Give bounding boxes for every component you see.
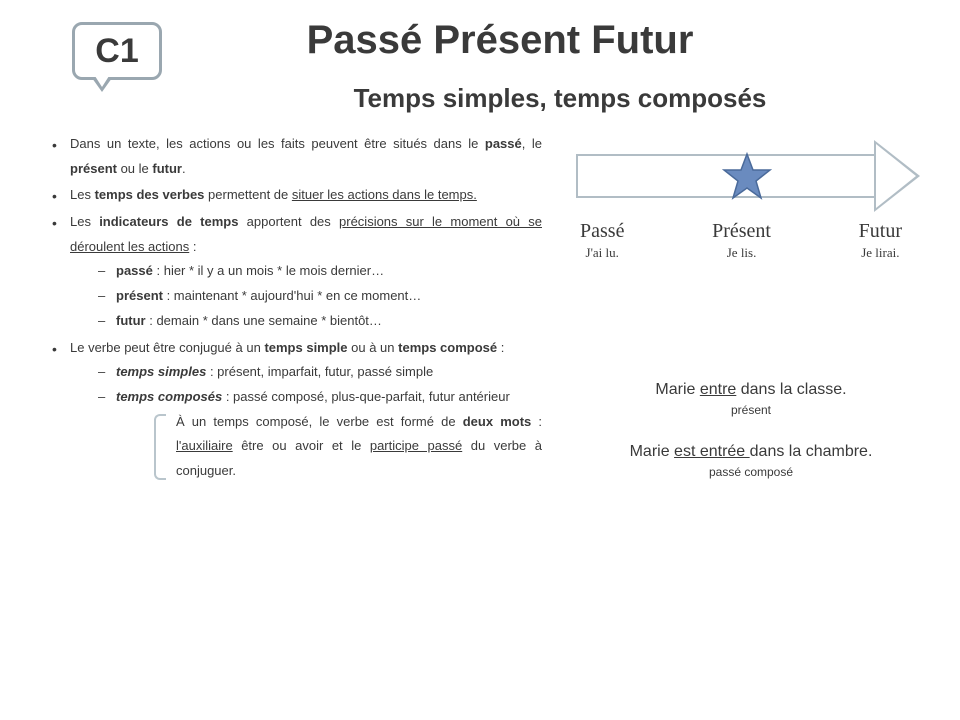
example-tag-2: passé composé bbox=[572, 465, 930, 479]
text-bold: passé bbox=[485, 136, 522, 151]
text: Le verbe peut être conjugué à un bbox=[70, 340, 264, 355]
text: permettent de bbox=[204, 187, 291, 202]
text-underline: l'auxiliaire bbox=[176, 438, 233, 453]
text-underline: participe passé bbox=[370, 438, 462, 453]
text: : bbox=[497, 340, 504, 355]
label-sample: Je lirai. bbox=[859, 245, 902, 261]
text-bold: présent bbox=[116, 288, 163, 303]
text-bold: temps composé bbox=[398, 340, 497, 355]
header: C1 Passé Présent Futur Temps simples, te… bbox=[0, 0, 960, 114]
text: : passé composé, plus-que-parfait, futur… bbox=[222, 389, 510, 404]
text-bold: passé bbox=[116, 263, 153, 278]
text-bold: futur bbox=[116, 313, 146, 328]
star-icon bbox=[722, 152, 772, 202]
arrow-head-icon bbox=[874, 140, 920, 212]
text: , le bbox=[522, 136, 542, 151]
text: dans la classe. bbox=[736, 381, 846, 398]
text-bold: futur bbox=[152, 161, 182, 176]
text-underline: entre bbox=[700, 381, 736, 398]
label-sample: J'ai lu. bbox=[580, 245, 624, 261]
text: : demain * dans une semaine * bientôt… bbox=[146, 313, 382, 328]
label-heading: Passé bbox=[580, 220, 624, 243]
sub-temps-simples: temps simples : présent, imparfait, futu… bbox=[98, 360, 542, 385]
text: Marie bbox=[630, 443, 674, 460]
text: Les bbox=[70, 187, 95, 202]
example-sentences: Marie entre dans la classe. présent Mari… bbox=[572, 381, 930, 479]
text: . bbox=[182, 161, 186, 176]
text: ou le bbox=[117, 161, 152, 176]
bullet-4: Le verbe peut être conjugué à un temps s… bbox=[52, 336, 542, 484]
timeline-labels: Passé J'ai lu. Présent Je lis. Futur Je … bbox=[572, 212, 930, 261]
example-tag-1: présent bbox=[572, 403, 930, 417]
text-underline: est entrée bbox=[674, 443, 750, 460]
example-line-2: Marie est entrée dans la chambre. bbox=[572, 443, 930, 461]
sub-futur: futur : demain * dans une semaine * bien… bbox=[98, 309, 542, 334]
text: dans la chambre. bbox=[750, 443, 873, 460]
bullet-2: Les temps des verbes permettent de situe… bbox=[52, 183, 542, 208]
level-badge: C1 bbox=[72, 22, 162, 80]
bracket-icon bbox=[154, 414, 166, 480]
text: : hier * il y a un mois * le mois dernie… bbox=[153, 263, 384, 278]
note-block: À un temps composé, le verbe est formé d… bbox=[162, 410, 542, 484]
text-bold-italic: temps composés bbox=[116, 389, 222, 404]
label-sample: Je lis. bbox=[712, 245, 771, 261]
text: ou à un bbox=[348, 340, 399, 355]
text: Les bbox=[70, 214, 99, 229]
content-right: Passé J'ai lu. Présent Je lis. Futur Je … bbox=[572, 132, 930, 505]
text-bold: indicateurs de temps bbox=[99, 214, 238, 229]
timeline-present: Présent Je lis. bbox=[712, 220, 771, 261]
text-bold: deux mots bbox=[463, 414, 532, 429]
text-bold: présent bbox=[70, 161, 117, 176]
badge-tail bbox=[92, 78, 112, 92]
text-bold: temps des verbes bbox=[95, 187, 205, 202]
text: Dans un texte, les actions ou les faits … bbox=[70, 136, 485, 151]
sub-temps-composes: temps composés : passé composé, plus-que… bbox=[98, 385, 542, 484]
text: : bbox=[531, 414, 542, 429]
example-line-1: Marie entre dans la classe. bbox=[572, 381, 930, 399]
text-bold: temps simple bbox=[264, 340, 347, 355]
bullet-3: Les indicateurs de temps apportent des p… bbox=[52, 210, 542, 333]
label-heading: Présent bbox=[712, 220, 771, 243]
timeline-futur: Futur Je lirai. bbox=[859, 220, 902, 261]
text-underline: situer les actions dans le temps. bbox=[292, 187, 477, 202]
timeline-arrow bbox=[572, 142, 920, 212]
text: À un temps composé, le verbe est formé d… bbox=[176, 414, 463, 429]
text: : maintenant * aujourd'hui * en ce momen… bbox=[163, 288, 421, 303]
timeline-passe: Passé J'ai lu. bbox=[580, 220, 624, 261]
sub-passe: passé : hier * il y a un mois * le mois … bbox=[98, 259, 542, 284]
text: Marie bbox=[655, 381, 699, 398]
text: : présent, imparfait, futur, passé simpl… bbox=[206, 364, 433, 379]
sub-present: présent : maintenant * aujourd'hui * en … bbox=[98, 284, 542, 309]
page-subtitle: Temps simples, temps composés bbox=[0, 83, 960, 114]
text: apportent des bbox=[238, 214, 339, 229]
text: : bbox=[189, 239, 196, 254]
text-bold-italic: temps simples bbox=[116, 364, 206, 379]
text: être ou avoir et le bbox=[233, 438, 370, 453]
bullet-1: Dans un texte, les actions ou les faits … bbox=[52, 132, 542, 181]
label-heading: Futur bbox=[859, 220, 902, 243]
content-left: Dans un texte, les actions ou les faits … bbox=[52, 132, 542, 505]
